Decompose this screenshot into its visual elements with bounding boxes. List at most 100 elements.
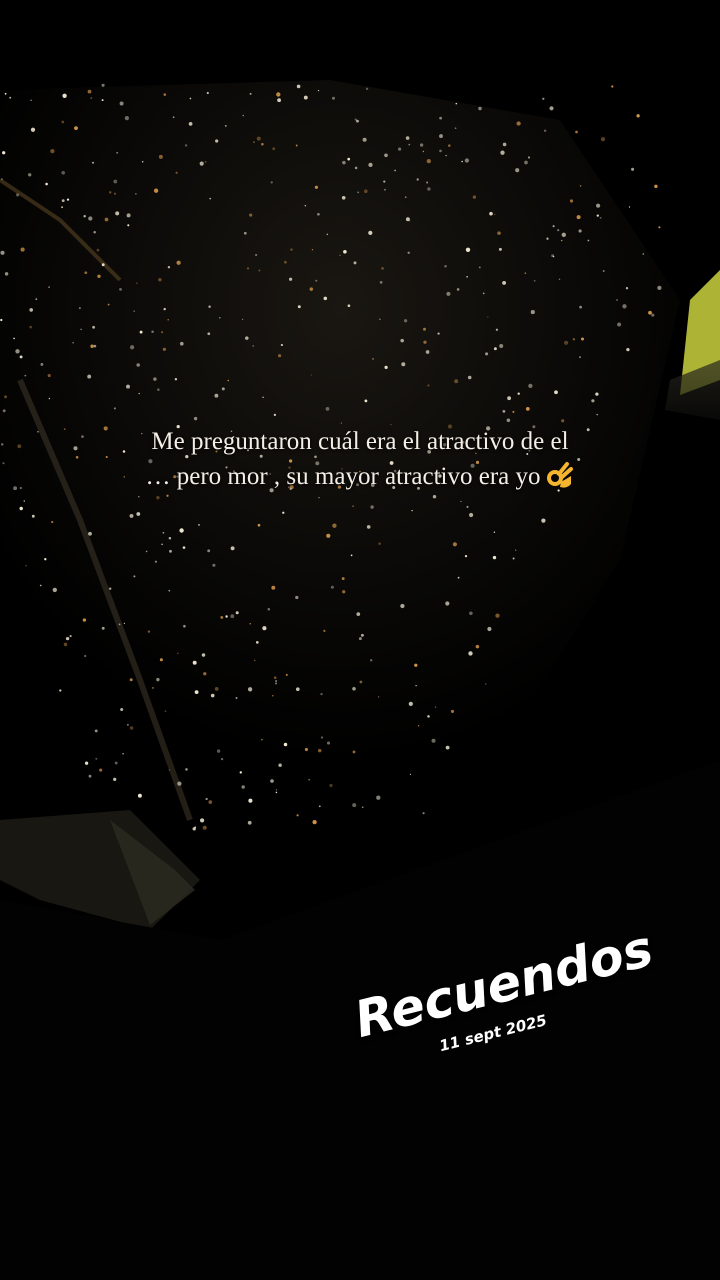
city-light [525,407,530,411]
city-light [4,92,7,95]
city-light [275,789,278,791]
city-light [524,272,527,274]
city-light [87,89,92,94]
city-light [113,179,118,184]
city-light [631,167,635,171]
city-light [72,342,74,344]
city-light [177,781,182,786]
city-light [561,232,566,237]
city-light [275,791,278,794]
city-light [166,494,169,497]
city-light [241,318,244,321]
city-light [379,281,383,284]
caption-line-1: Me preguntaron cuál era el atractivo de … [151,428,569,455]
city-light [20,247,25,252]
city-light [24,374,27,377]
city-light [88,216,93,221]
city-light [400,338,404,343]
city-light [88,774,92,778]
city-light [576,215,581,220]
city-light [439,134,443,139]
city-light [431,738,436,743]
city-light [405,136,410,140]
city-light [347,304,351,308]
city-light [350,554,353,557]
city-light [167,318,170,321]
city-light [61,206,64,209]
city-light [289,277,293,281]
city-light [602,269,605,273]
city-light [194,690,199,694]
city-light [210,693,215,698]
city-light [126,384,130,389]
city-light [95,757,98,760]
city-light [418,725,420,727]
city-light [274,682,278,685]
city-light [1,178,3,180]
city-light [205,797,208,801]
city-light [569,199,574,203]
city-light [113,777,117,781]
city-light [460,500,462,503]
city-light [376,795,381,800]
city-light [2,151,6,155]
city-light [611,85,614,88]
city-light [498,247,502,251]
city-light [261,738,263,741]
city-light [370,505,374,509]
city-light [497,231,501,235]
city-light [215,139,219,143]
city-light [358,637,362,641]
city-light [524,160,528,165]
city-light [167,266,171,269]
city-light [493,531,496,533]
city-light [284,260,287,264]
city-light [422,812,425,815]
city-light [126,213,131,218]
city-light [84,761,89,765]
city-light [426,158,431,164]
city-light [507,396,511,401]
city-light [343,250,347,254]
city-light [579,305,583,309]
city-light [422,150,425,153]
city-light [141,160,144,163]
city-light [347,157,351,161]
city-light [626,347,630,352]
city-light [249,623,251,625]
city-light [15,349,20,354]
city-light [69,635,72,638]
city-light [177,652,179,655]
city-light [59,689,62,692]
city-light [94,729,98,733]
city-light [4,395,8,399]
city-light [262,626,267,631]
city-light [352,505,354,507]
city-light [359,680,363,684]
city-light [297,305,301,309]
city-light [439,149,442,153]
city-light [84,654,87,658]
city-light [454,379,459,384]
city-light [30,127,36,132]
city-light [52,587,57,593]
city-light [516,121,521,126]
city-light [62,93,67,98]
city-light [35,298,38,300]
city-light [439,116,442,120]
city-light [161,543,163,545]
city-light [156,677,160,682]
city-light [404,196,407,199]
city-light [499,343,504,349]
city-light [101,263,105,267]
city-light [162,531,165,534]
city-light [360,633,364,637]
city-light [364,189,368,194]
city-light [61,170,66,175]
city-light [423,340,427,344]
city-light [9,96,12,99]
city-light [482,292,485,295]
city-light [151,330,154,333]
city-light [185,768,188,771]
city-light [249,92,252,95]
